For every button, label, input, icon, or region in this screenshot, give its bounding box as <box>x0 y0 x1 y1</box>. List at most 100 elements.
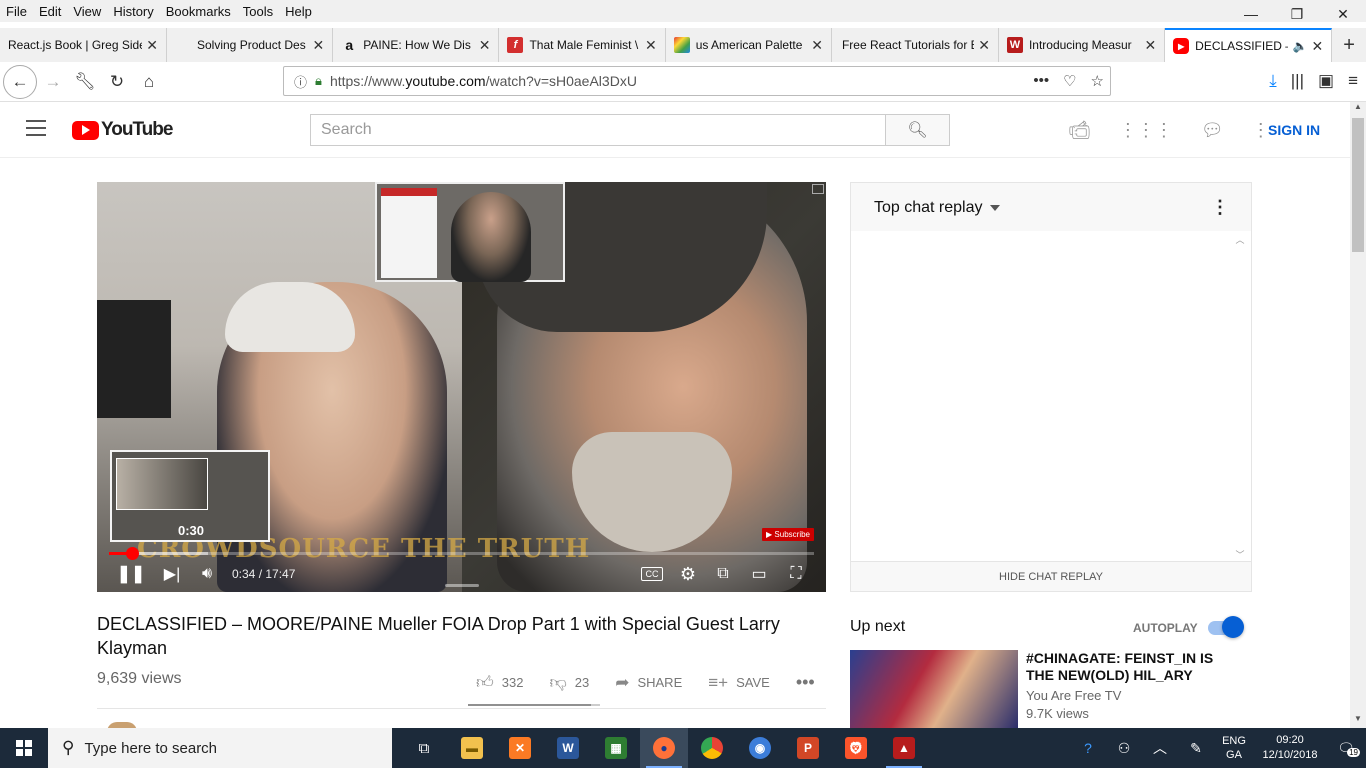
menu-help[interactable]: Help <box>279 4 318 19</box>
maps-icon[interactable]: ◉ <box>736 728 784 768</box>
word-icon[interactable]: W <box>544 728 592 768</box>
pause-icon[interactable]: ❚❚ <box>117 562 146 586</box>
scroll-up-icon[interactable]: ︿ <box>1235 233 1245 246</box>
miniplayer-icon[interactable]: ⧉ <box>711 562 735 586</box>
reload-button[interactable]: ↻ <box>101 66 133 98</box>
browser-tab-active[interactable]: ▶ DECLASSIFIED – I 🔈 ✕ <box>1165 28 1333 62</box>
next-icon[interactable]: ▶| <box>161 562 183 586</box>
theater-mode-icon[interactable]: ▭ <box>747 562 771 586</box>
new-tab-button[interactable]: + <box>1332 28 1366 62</box>
hide-chat-replay-button[interactable]: HIDE CHAT REPLAY <box>851 561 1251 591</box>
progress-scrubber[interactable] <box>125 547 139 560</box>
up-next-title[interactable]: #CHINAGATE: FEINST_IN IS THE NEW(OLD) HI… <box>1026 650 1226 684</box>
youtube-logo[interactable]: YouTube <box>72 119 173 141</box>
dislike-button[interactable]: 👎︎ 23 <box>549 672 589 693</box>
photo-app-icon[interactable]: ▦ <box>592 728 640 768</box>
notifications-icon[interactable]: 🗨︎ 19 <box>1326 740 1366 757</box>
menu-file[interactable]: File <box>0 4 33 19</box>
back-button[interactable]: ← <box>3 64 37 99</box>
sidebar-icon[interactable]: ▣ <box>1318 71 1334 91</box>
up-next-thumbnail[interactable] <box>850 650 1018 728</box>
more-options-icon[interactable]: ⋮ <box>1211 197 1229 218</box>
menu-bookmarks[interactable]: Bookmarks <box>160 4 237 19</box>
app-icon[interactable]: ▲ <box>880 728 928 768</box>
sign-in-button[interactable]: SIGN IN <box>1268 122 1320 138</box>
bookmark-star-icon[interactable]: ☆ <box>1091 72 1104 90</box>
taskbar-search-input[interactable]: ⚲ Type here to search <box>48 728 392 768</box>
subscribe-badge[interactable]: ▶ Subscribe <box>762 528 814 541</box>
menu-edit[interactable]: Edit <box>33 4 67 19</box>
wrench-icon[interactable]: 🔧︎ <box>69 66 101 98</box>
like-button[interactable]: 👍︎ 332 <box>476 672 523 693</box>
share-button[interactable]: ➦ SHARE <box>615 673 682 693</box>
apps-grid-icon[interactable]: ⋮⋮⋮ <box>1119 120 1173 141</box>
brave-icon[interactable]: 🦁︎ <box>832 728 880 768</box>
library-icon[interactable]: ||| <box>1291 71 1304 91</box>
browser-tab[interactable]: Free React Tutorials for E ✕ <box>832 28 999 62</box>
autoplay-toggle[interactable] <box>1206 616 1244 638</box>
chevron-down-icon[interactable] <box>990 205 1000 211</box>
chat-scrollbar[interactable]: ︿ ﹀ <box>1235 233 1245 561</box>
menu-history[interactable]: History <box>107 4 159 19</box>
menu-view[interactable]: View <box>67 4 107 19</box>
scrollbar-thumb[interactable] <box>1352 118 1364 252</box>
chat-mode-selector[interactable]: Top chat replay <box>874 199 983 217</box>
firefox-icon[interactable]: ● <box>640 728 688 768</box>
info-icon[interactable]: ⓘ <box>294 72 307 91</box>
more-actions-icon[interactable]: ••• <box>796 672 815 693</box>
browser-tab[interactable]: us American Palette ✕ <box>666 28 832 62</box>
scroll-down-icon[interactable]: ▼ <box>1350 714 1366 728</box>
browser-tab[interactable]: Solving Product Des ✕ <box>167 28 334 62</box>
chevron-up-icon[interactable]: ︿ <box>1142 738 1178 758</box>
close-tab-icon[interactable]: ✕ <box>313 37 325 54</box>
pen-icon[interactable]: ✎ <box>1178 740 1214 757</box>
xampp-icon[interactable]: ✕ <box>496 728 544 768</box>
settings-icon[interactable]: ⚙ <box>677 562 699 586</box>
captions-icon[interactable]: CC <box>641 567 663 581</box>
pocket-icon[interactable]: ♡ <box>1063 72 1076 90</box>
page-actions-icon[interactable]: ••• <box>1033 72 1049 90</box>
page-scrollbar[interactable]: ▲ ▼ <box>1350 102 1366 728</box>
start-button[interactable] <box>0 728 48 768</box>
powerpoint-icon[interactable]: P <box>784 728 832 768</box>
scroll-up-icon[interactable]: ▲ <box>1350 102 1366 116</box>
people-icon[interactable]: ⚇ <box>1106 740 1142 757</box>
messages-icon[interactable]: 💬︎ <box>1201 120 1224 141</box>
close-tab-icon[interactable]: ✕ <box>479 37 491 54</box>
task-view-icon[interactable]: ⧉ <box>400 728 448 768</box>
create-video-icon[interactable]: 📹︎ <box>1068 120 1091 141</box>
search-input[interactable]: Search <box>310 114 886 146</box>
browser-tab[interactable]: W Introducing Measur ✕ <box>999 28 1166 62</box>
forward-button[interactable]: → <box>37 66 69 98</box>
fullscreen-icon[interactable]: ⛶ <box>785 562 807 586</box>
close-tab-icon[interactable]: ✕ <box>645 37 657 54</box>
language-indicator[interactable]: ENG GA <box>1214 734 1254 762</box>
close-window-button[interactable]: ✕ <box>1320 0 1366 28</box>
hamburger-menu-icon[interactable]: ≡ <box>1348 71 1358 91</box>
video-player[interactable]: CROWDSOURCE THE TRUTH ▶ Subscribe 0:30 ❚… <box>97 182 826 592</box>
search-button[interactable]: 🔍︎ <box>885 114 950 146</box>
download-icon[interactable]: ⤓ <box>1269 71 1277 91</box>
progress-bar[interactable] <box>109 547 814 560</box>
guide-menu-icon[interactable] <box>26 120 46 141</box>
volume-icon[interactable]: 🔊︎ <box>195 562 219 586</box>
file-explorer-icon[interactable]: ▬ <box>448 728 496 768</box>
close-tab-icon[interactable]: ✕ <box>146 37 158 54</box>
help-icon[interactable]: ? <box>1070 740 1106 756</box>
home-button[interactable]: ⌂ <box>133 66 165 98</box>
speaker-icon[interactable]: 🔈 <box>1292 39 1307 53</box>
clock[interactable]: 09:20 12/10/2018 <box>1254 733 1326 763</box>
close-tab-icon[interactable]: ✕ <box>1311 38 1323 55</box>
minimize-button[interactable]: — <box>1228 0 1274 28</box>
menu-tools[interactable]: Tools <box>237 4 279 19</box>
chrome-icon[interactable] <box>688 728 736 768</box>
browser-tab[interactable]: f That Male Feminist \ ✕ <box>499 28 666 62</box>
close-tab-icon[interactable]: ✕ <box>1144 37 1156 54</box>
save-button[interactable]: ≡+ SAVE <box>708 673 770 693</box>
scroll-down-icon[interactable]: ﹀ <box>1235 548 1245 561</box>
url-bar[interactable]: ⓘ 🔒︎ https://www. youtube.com/watch?v=sH0… <box>283 66 1111 96</box>
browser-tab[interactable]: React.js Book | Greg Side ✕ <box>0 28 167 62</box>
restore-button[interactable]: ❐ <box>1274 0 1320 28</box>
close-tab-icon[interactable]: ✕ <box>978 37 990 54</box>
close-tab-icon[interactable]: ✕ <box>811 37 823 54</box>
